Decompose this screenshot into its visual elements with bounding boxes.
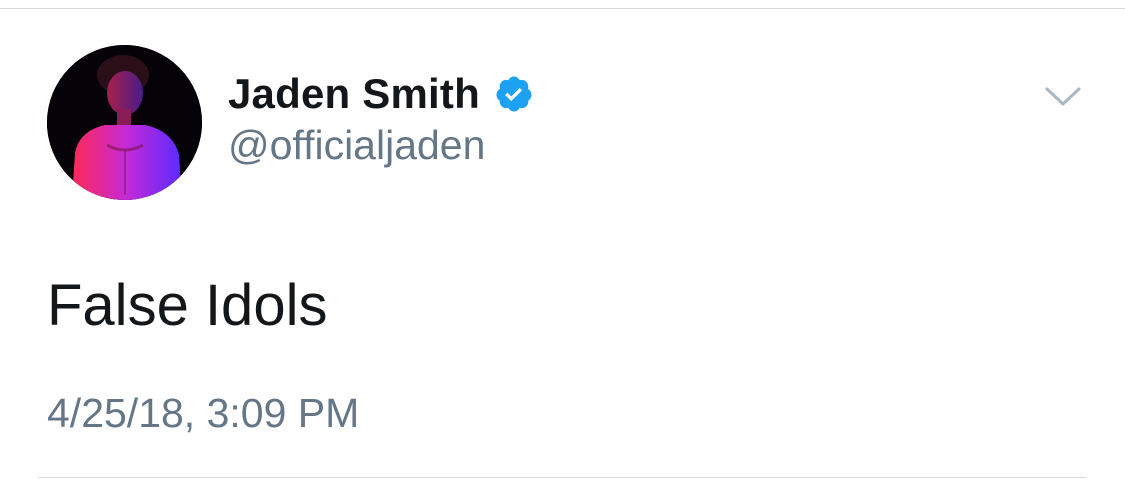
author-name[interactable]: Jaden Smith: [228, 70, 480, 118]
avatar-photo: [47, 45, 202, 200]
tweet-text: False Idols: [47, 273, 328, 338]
tweet-timestamp[interactable]: 4/25/18, 3:09 PM: [47, 390, 359, 437]
author-handle[interactable]: @officialjaden: [228, 122, 485, 169]
verified-badge-icon: [494, 74, 534, 114]
tweet-card: Jaden Smith @officialjaden False Idols 4…: [0, 0, 1125, 482]
top-divider: [0, 8, 1125, 9]
author-avatar[interactable]: [47, 45, 202, 200]
author-name-row[interactable]: Jaden Smith: [228, 66, 534, 122]
bottom-divider: [38, 477, 1086, 478]
chevron-down-icon[interactable]: [1044, 84, 1082, 110]
